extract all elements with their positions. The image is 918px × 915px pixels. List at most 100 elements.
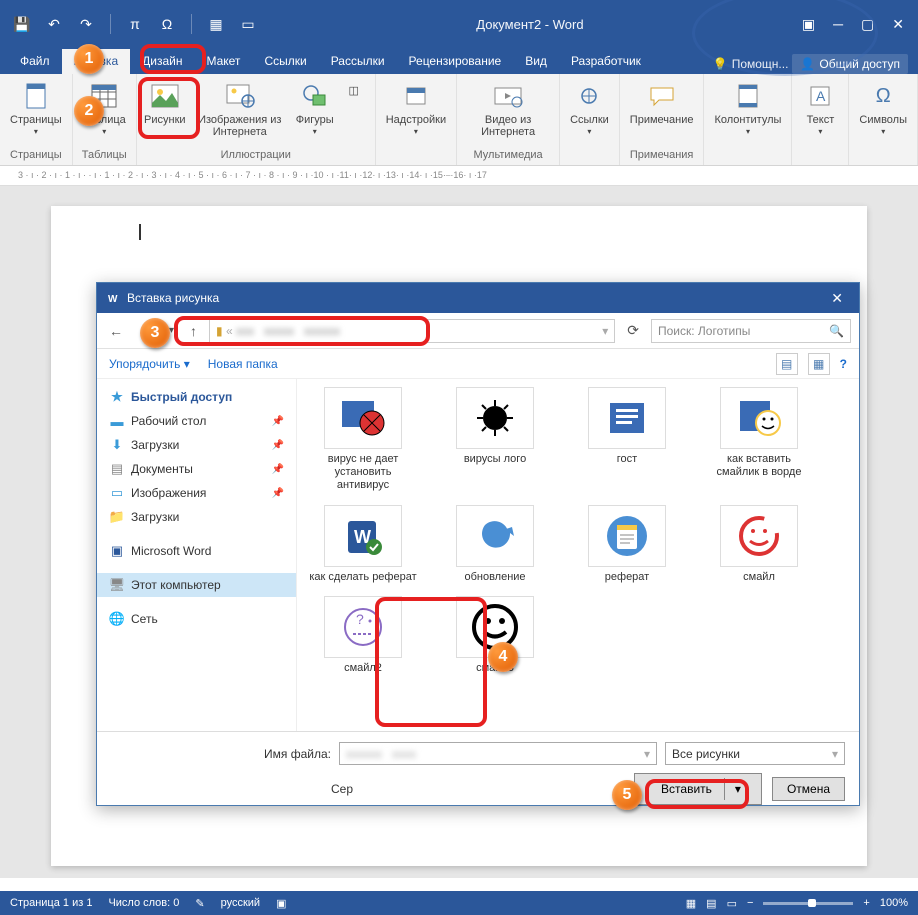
word-icon: W bbox=[105, 290, 121, 306]
sidebar-this-pc[interactable]: 🖥Этот компьютер bbox=[97, 573, 296, 597]
addins-icon bbox=[400, 80, 432, 112]
pages-button[interactable]: Страницы▾ bbox=[6, 78, 66, 139]
online-video-button[interactable]: Видео из Интернета bbox=[463, 78, 553, 140]
video-icon bbox=[492, 80, 524, 112]
tab-mailings[interactable]: Рассылки bbox=[319, 49, 397, 74]
file-item[interactable]: гост bbox=[573, 387, 681, 493]
zoom-slider[interactable] bbox=[763, 902, 853, 905]
tab-design[interactable]: Дизайн bbox=[130, 49, 194, 74]
user-icon: 👤 bbox=[800, 57, 815, 71]
file-item[interactable]: Wкак сделать реферат bbox=[309, 505, 417, 584]
status-proof-icon[interactable]: ✎ bbox=[195, 897, 204, 910]
zoom-out[interactable]: − bbox=[747, 897, 753, 909]
view-button-1[interactable]: ▤ bbox=[776, 353, 798, 375]
qat-extra2[interactable]: Ω bbox=[157, 14, 177, 34]
share-button[interactable]: 👤Общий доступ bbox=[792, 54, 908, 74]
view-print-icon[interactable]: ▤ bbox=[706, 897, 716, 910]
dialog-close-icon[interactable]: ✕ bbox=[823, 288, 851, 309]
tools-button[interactable]: Сер bbox=[331, 782, 353, 796]
file-grid: вирус не дает установить антивирус вирус… bbox=[297, 379, 859, 731]
window-buttons: ▣ ─ ▢ ✕ bbox=[802, 16, 914, 33]
nav-up[interactable]: ↑ bbox=[186, 321, 201, 341]
page-icon bbox=[20, 80, 52, 112]
filter-combo[interactable]: Все рисунки▾ bbox=[665, 742, 845, 765]
dialog-titlebar[interactable]: W Вставка рисунка ✕ bbox=[97, 283, 859, 313]
view-button-2[interactable]: ▦ bbox=[808, 353, 830, 375]
filename-label: Имя файла: bbox=[111, 747, 331, 761]
insert-button[interactable]: Вставить▾ bbox=[634, 773, 762, 805]
view-read-icon[interactable]: ▦ bbox=[686, 897, 696, 910]
symbols-button[interactable]: ΩСимволы▾ bbox=[855, 78, 911, 139]
insert-dropdown-icon[interactable]: ▾ bbox=[729, 778, 747, 800]
tab-references[interactable]: Ссылки bbox=[252, 49, 318, 74]
shapes-button[interactable]: Фигуры▾ bbox=[293, 78, 337, 139]
qat-save[interactable]: 💾 bbox=[12, 14, 32, 34]
status-words[interactable]: Число слов: 0 bbox=[108, 897, 179, 909]
file-item[interactable]: вирусы лого bbox=[441, 387, 549, 493]
svg-text:W: W bbox=[108, 294, 118, 305]
search-input[interactable]: Поиск: Логотипы🔍 bbox=[651, 319, 851, 343]
omega-icon: Ω bbox=[867, 80, 899, 112]
ribbon-collapse-icon[interactable]: ▣ bbox=[802, 16, 815, 33]
marker-5: 5 bbox=[612, 780, 642, 810]
tab-view[interactable]: Вид bbox=[513, 49, 559, 74]
file-item[interactable]: ?смайл2 bbox=[309, 596, 417, 675]
smartart-icon: ◫ bbox=[343, 80, 365, 102]
help-icon[interactable]: ? bbox=[840, 357, 847, 371]
tab-file[interactable]: Файл bbox=[8, 49, 62, 74]
file-item[interactable]: обновление bbox=[441, 505, 549, 584]
pictures-button[interactable]: Рисунки bbox=[143, 78, 187, 128]
zoom-level[interactable]: 100% bbox=[880, 897, 908, 909]
sidebar-downloads2[interactable]: 📁Загрузки bbox=[97, 505, 296, 529]
tab-review[interactable]: Рецензирование bbox=[397, 49, 514, 74]
status-lang[interactable]: русский bbox=[221, 897, 260, 909]
group-media: Видео из Интернета Мультимедиа bbox=[457, 74, 560, 165]
comment-button[interactable]: Примечание bbox=[626, 78, 698, 128]
group-links: Ссылки▾ bbox=[560, 74, 620, 165]
file-item[interactable]: реферат bbox=[573, 505, 681, 584]
maximize-icon[interactable]: ▢ bbox=[861, 16, 874, 33]
status-macro-icon[interactable]: ▣ bbox=[276, 897, 286, 910]
sidebar-word[interactable]: ▣Microsoft Word bbox=[97, 539, 296, 563]
tell-me[interactable]: 💡Помощн... bbox=[713, 57, 789, 71]
view-web-icon[interactable]: ▭ bbox=[727, 897, 737, 910]
group-symbols: ΩСимволы▾ bbox=[849, 74, 918, 165]
minimize-icon[interactable]: ─ bbox=[833, 16, 843, 33]
file-item[interactable]: вирус не дает установить антивирус bbox=[309, 387, 417, 493]
organize-button[interactable]: Упорядочить ▾ bbox=[109, 357, 190, 371]
smartart-button[interactable]: ◫ bbox=[339, 78, 369, 104]
marker-3: 3 bbox=[140, 318, 170, 348]
qat-undo[interactable]: ↶ bbox=[44, 14, 64, 34]
sidebar-desktop[interactable]: ▬Рабочий стол📌 bbox=[97, 409, 296, 433]
close-icon[interactable]: ✕ bbox=[892, 16, 904, 33]
sidebar-downloads[interactable]: ⬇Загрузки📌 bbox=[97, 433, 296, 457]
online-pictures-button[interactable]: Изображения из Интернета bbox=[189, 78, 291, 140]
tab-layout[interactable]: Макет bbox=[194, 49, 252, 74]
marker-4: 4 bbox=[488, 642, 518, 672]
sidebar-quick-access[interactable]: ★Быстрый доступ bbox=[97, 385, 296, 409]
text-button[interactable]: AТекст▾ bbox=[798, 78, 842, 139]
status-page[interactable]: Страница 1 из 1 bbox=[10, 897, 92, 909]
qat-page[interactable]: ▭ bbox=[238, 14, 258, 34]
sidebar-network[interactable]: 🌐Сеть bbox=[97, 607, 296, 631]
file-item[interactable]: как вставить смайлик в ворде bbox=[705, 387, 813, 493]
qat-table[interactable]: ▦ bbox=[206, 14, 226, 34]
sidebar-pictures[interactable]: ▭Изображения📌 bbox=[97, 481, 296, 505]
nav-back[interactable]: ← bbox=[105, 321, 127, 341]
qat-extra1[interactable]: π bbox=[125, 14, 145, 34]
qat-redo[interactable]: ↷ bbox=[76, 14, 96, 34]
headerfooter-icon bbox=[732, 80, 764, 112]
refresh-icon[interactable]: ⟳ bbox=[623, 320, 643, 341]
headerfooter-button[interactable]: Колонтитулы▾ bbox=[710, 78, 785, 139]
tab-developer[interactable]: Разработчик bbox=[559, 49, 653, 74]
address-bar[interactable]: ▮ « xxx xxxxx xxxxxx▾ bbox=[209, 319, 615, 343]
links-button[interactable]: Ссылки▾ bbox=[566, 78, 613, 139]
sidebar-documents[interactable]: ▤Документы📌 bbox=[97, 457, 296, 481]
filename-input[interactable]: xxxxxx xxxx▾ bbox=[339, 742, 657, 765]
new-folder-button[interactable]: Новая папка bbox=[208, 357, 278, 371]
zoom-in[interactable]: + bbox=[863, 897, 869, 909]
addins-button[interactable]: Надстройки▾ bbox=[382, 78, 450, 139]
marker-1: 1 bbox=[74, 44, 104, 74]
file-item[interactable]: смайл bbox=[705, 505, 813, 584]
cancel-button[interactable]: Отмена bbox=[772, 777, 845, 801]
